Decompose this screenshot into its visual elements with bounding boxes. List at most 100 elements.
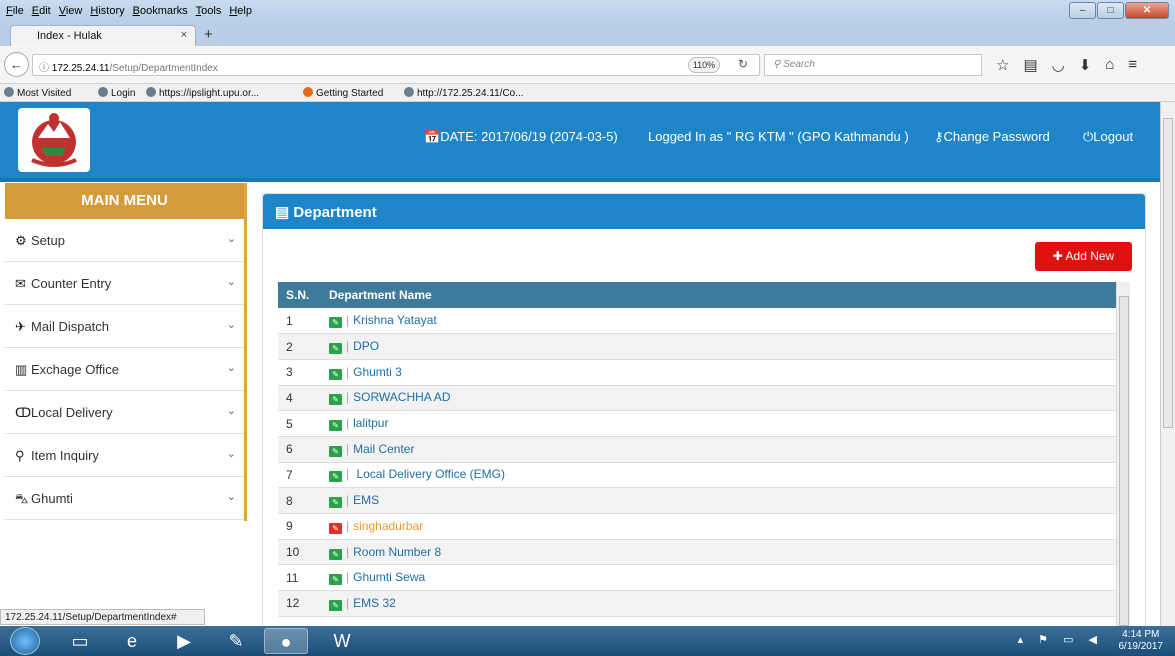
row-department-name: ✎ | EMS 32 bbox=[321, 590, 1116, 617]
hamburger-menu-icon[interactable]: ≡ bbox=[1128, 56, 1137, 74]
edit-icon[interactable]: ✎ bbox=[329, 343, 342, 355]
table-row: 6 ✎ | Mail Center bbox=[278, 436, 1116, 463]
briefcase-icon: ▥ bbox=[15, 362, 28, 377]
search-input[interactable]: ⚲ Search bbox=[764, 54, 982, 76]
reading-list-icon[interactable]: ▤ bbox=[1023, 56, 1037, 74]
info-icon[interactable]: ⓘ bbox=[39, 63, 49, 74]
panel-header: ▤ Department bbox=[263, 194, 1145, 229]
edit-icon[interactable]: ✎ bbox=[329, 548, 342, 560]
department-name[interactable]: Room Number 8 bbox=[353, 545, 441, 559]
word-icon[interactable]: W bbox=[320, 628, 364, 654]
sidebar-item-ghumti[interactable]: ⛍ Ghumti ⌄ bbox=[5, 477, 244, 520]
search-icon: ⚲ bbox=[773, 59, 781, 70]
new-tab-icon[interactable]: + bbox=[204, 26, 213, 43]
internet-explorer-icon[interactable]: e bbox=[110, 628, 154, 654]
close-window-button[interactable]: ✕ bbox=[1125, 2, 1169, 19]
edit-icon[interactable]: ✎ bbox=[329, 522, 342, 534]
explorer-icon[interactable]: ▭ bbox=[58, 628, 102, 654]
department-name[interactable]: Local Delivery Office (EMG) bbox=[353, 467, 505, 481]
table-scrollbar-thumb[interactable] bbox=[1119, 296, 1129, 626]
browser-tab[interactable]: Index - Hulak × bbox=[10, 25, 196, 46]
windows-taskbar: ▭ e ▶ ✎ ● W ▴ ⚑ ▭ ◀ 4:14 PM 6/19/2017 bbox=[0, 626, 1175, 656]
department-name[interactable]: lalitpur bbox=[353, 416, 388, 430]
department-name[interactable]: EMS bbox=[353, 493, 379, 507]
sidebar-item-exchange-office[interactable]: ▥ Exchage Office ⌄ bbox=[5, 348, 244, 391]
back-arrow-icon[interactable]: ← bbox=[4, 52, 29, 77]
firefox-icon bbox=[303, 87, 313, 97]
edit-icon[interactable]: ✎ bbox=[329, 599, 342, 611]
menu-history[interactable]: History bbox=[90, 5, 124, 17]
sidebar-item-mail-dispatch[interactable]: ✈ Mail Dispatch ⌄ bbox=[5, 305, 244, 348]
row-sn: 9 bbox=[278, 513, 321, 540]
department-name[interactable]: Ghumti Sewa bbox=[353, 570, 425, 584]
home-icon[interactable]: ⌂ bbox=[1105, 56, 1114, 74]
row-sn: 5 bbox=[278, 410, 321, 437]
table-row: 9 ✎ | singhadurbar bbox=[278, 513, 1116, 540]
page-scrollbar[interactable] bbox=[1160, 102, 1175, 627]
star-icon[interactable]: ☆ bbox=[996, 56, 1009, 74]
edit-icon[interactable]: ✎ bbox=[329, 420, 342, 432]
edit-icon[interactable]: ✎ bbox=[329, 574, 342, 586]
system-tray[interactable]: ▴ ⚑ ▭ ◀ bbox=[1018, 633, 1103, 646]
start-button[interactable] bbox=[10, 627, 40, 655]
department-name[interactable]: SORWACHHA AD bbox=[353, 390, 450, 404]
download-icon[interactable]: ⬇ bbox=[1079, 56, 1092, 74]
chevron-down-icon: ⌄ bbox=[226, 405, 236, 417]
menu-tools[interactable]: Tools bbox=[196, 5, 222, 17]
paint-icon[interactable]: ✎ bbox=[214, 628, 258, 654]
media-player-icon[interactable]: ▶ bbox=[162, 628, 206, 654]
bookmark-ipslight[interactable]: https://ipslight.upu.or... bbox=[146, 87, 259, 99]
menu-file[interactable]: File bbox=[6, 5, 24, 17]
department-name[interactable]: EMS 32 bbox=[353, 596, 396, 610]
sidebar-item-setup[interactable]: ⚙ Setup ⌄ bbox=[5, 219, 244, 262]
row-sn: 2 bbox=[278, 333, 321, 360]
sidebar-item-counter-entry[interactable]: ✉ Counter Entry ⌄ bbox=[5, 262, 244, 305]
department-table-container: S.N. Department Name 1 ✎ | Krishna Yatayat 2… bbox=[278, 282, 1130, 632]
firefox-taskbar-icon[interactable]: ● bbox=[264, 628, 308, 654]
sidebar-item-local-delivery[interactable]: ↀLocal Delivery ⌄ bbox=[5, 391, 244, 434]
zoom-indicator[interactable]: 110% bbox=[688, 57, 720, 73]
taskbar-clock[interactable]: 4:14 PM 6/19/2017 bbox=[1119, 629, 1164, 653]
table-scrollbar[interactable] bbox=[1116, 282, 1130, 632]
edit-icon[interactable]: ✎ bbox=[329, 317, 342, 329]
edit-icon[interactable]: ✎ bbox=[329, 394, 342, 406]
row-sn: 11 bbox=[278, 564, 321, 592]
pocket-icon[interactable]: ◡ bbox=[1052, 56, 1065, 74]
edit-icon[interactable]: ✎ bbox=[329, 497, 342, 509]
bookmark-local-co[interactable]: http://172.25.24.11/Co... bbox=[404, 87, 524, 99]
reload-icon[interactable]: ↻ bbox=[738, 57, 748, 71]
menu-bookmarks[interactable]: Bookmarks bbox=[133, 5, 188, 17]
bookmark-getting-started[interactable]: Getting Started bbox=[303, 87, 383, 99]
nepal-emblem-logo bbox=[18, 108, 90, 172]
add-new-button[interactable]: ✚ Add New bbox=[1035, 242, 1132, 271]
department-name[interactable]: Mail Center bbox=[353, 442, 414, 456]
plus-icon: ✚ bbox=[1052, 249, 1066, 263]
edit-icon[interactable]: ✎ bbox=[329, 471, 342, 483]
bicycle-icon: ↀ bbox=[15, 405, 32, 420]
separator: | bbox=[346, 595, 350, 610]
page-scrollbar-thumb[interactable] bbox=[1163, 118, 1173, 428]
department-name[interactable]: singhadurbar bbox=[353, 519, 423, 533]
bookmark-login[interactable]: Login bbox=[98, 87, 135, 99]
change-password-link[interactable]: ⚷Change Password bbox=[934, 129, 1050, 145]
department-name[interactable]: Ghumti 3 bbox=[353, 365, 402, 379]
menu-edit[interactable]: Edit bbox=[32, 5, 51, 17]
row-sn: 4 bbox=[278, 385, 321, 412]
logout-link[interactable]: ⏻Logout bbox=[1083, 129, 1133, 145]
table-row: 3 ✎ | Ghumti 3 bbox=[278, 359, 1116, 386]
sidebar-item-item-inquiry[interactable]: ⚲ Item Inquiry ⌄ bbox=[5, 434, 244, 477]
car-icon: ⛍ bbox=[15, 491, 29, 506]
department-name[interactable]: DPO bbox=[353, 339, 379, 353]
menu-help[interactable]: Help bbox=[229, 5, 252, 17]
edit-icon[interactable]: ✎ bbox=[329, 445, 342, 457]
bookmark-most-visited[interactable]: Most Visited bbox=[4, 87, 71, 99]
close-tab-icon[interactable]: × bbox=[181, 29, 187, 41]
separator: | bbox=[346, 493, 350, 508]
department-name[interactable]: Krishna Yatayat bbox=[353, 313, 437, 327]
maximize-button[interactable]: □ bbox=[1097, 2, 1124, 19]
menu-view[interactable]: View bbox=[59, 5, 83, 17]
url-bar[interactable]: ⓘ 172.25.24.11/Setup/DepartmentIndex bbox=[32, 54, 760, 76]
edit-icon[interactable]: ✎ bbox=[329, 368, 342, 380]
row-department-name: ✎ | Krishna Yatayat bbox=[321, 308, 1116, 335]
minimize-button[interactable]: – bbox=[1069, 2, 1096, 19]
